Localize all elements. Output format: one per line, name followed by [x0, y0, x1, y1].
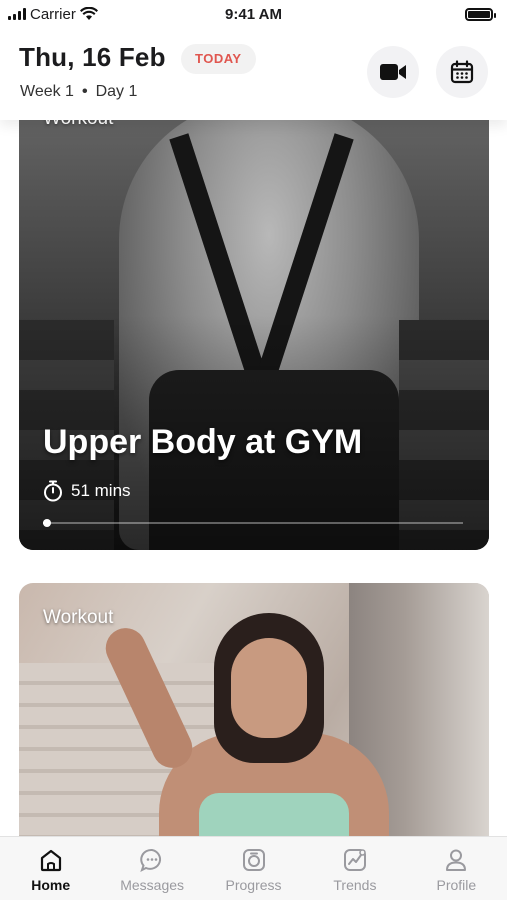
- calendar-button[interactable]: [436, 46, 488, 98]
- today-button[interactable]: TODAY: [181, 44, 256, 74]
- workout-card[interactable]: Workout Upper Body at GYM 51 mins: [19, 120, 489, 550]
- card-category-label: Workout: [43, 120, 113, 130]
- tab-trends[interactable]: Trends: [304, 837, 405, 900]
- chat-bubble-icon: [140, 848, 162, 872]
- card-category-label: Workout: [43, 607, 114, 628]
- tab-label: Progress: [225, 877, 282, 893]
- tab-label: Home: [31, 877, 71, 893]
- week-day-label: Week 1 • Day 1: [20, 83, 137, 101]
- tab-label: Trends: [333, 877, 377, 893]
- home-icon: [40, 849, 61, 872]
- workout-feed[interactable]: Workout Upper Body at GYM 51 mins Workou…: [0, 120, 507, 836]
- day-label: Day 1: [95, 83, 138, 100]
- stopwatch-icon: [44, 480, 62, 502]
- separator: •: [81, 83, 88, 100]
- page-title: Thu, 16 Feb: [19, 42, 166, 72]
- tab-label: Messages: [120, 877, 185, 893]
- tab-profile[interactable]: Profile: [406, 837, 507, 900]
- week-label: Week 1: [20, 83, 74, 100]
- wifi-icon: [79, 7, 98, 20]
- photo-top: [199, 793, 349, 836]
- tab-progress[interactable]: Progress: [203, 837, 304, 900]
- progress-slider[interactable]: [43, 519, 463, 527]
- status-bar: Carrier 9:41 AM: [0, 0, 507, 28]
- header: Thu, 16 Feb TODAY Week 1 • Day 1: [0, 28, 507, 120]
- card-title: Upper Body at GYM: [43, 423, 363, 461]
- calendar-icon: [450, 60, 474, 84]
- tab-label: Profile: [436, 877, 477, 893]
- video-button[interactable]: [367, 46, 419, 98]
- workout-card[interactable]: Workout: [19, 583, 489, 836]
- battery-icon: [465, 7, 496, 21]
- signal-icon: [8, 8, 26, 20]
- photo-face: [231, 638, 307, 738]
- tab-home[interactable]: Home: [0, 837, 101, 900]
- duration: 51 mins: [43, 480, 131, 502]
- tab-messages[interactable]: Messages: [101, 837, 202, 900]
- tab-bar: Home Messages Progress Trends Profile: [0, 836, 507, 900]
- progress-icon: [242, 849, 265, 871]
- status-left: Carrier: [8, 6, 98, 23]
- duration-label: 51 mins: [71, 481, 131, 500]
- video-camera-icon: [380, 64, 406, 80]
- carrier-label: Carrier: [30, 5, 76, 23]
- status-time: 9:41 AM: [225, 5, 282, 23]
- trends-chart-icon: [343, 849, 366, 871]
- user-icon: [446, 849, 467, 871]
